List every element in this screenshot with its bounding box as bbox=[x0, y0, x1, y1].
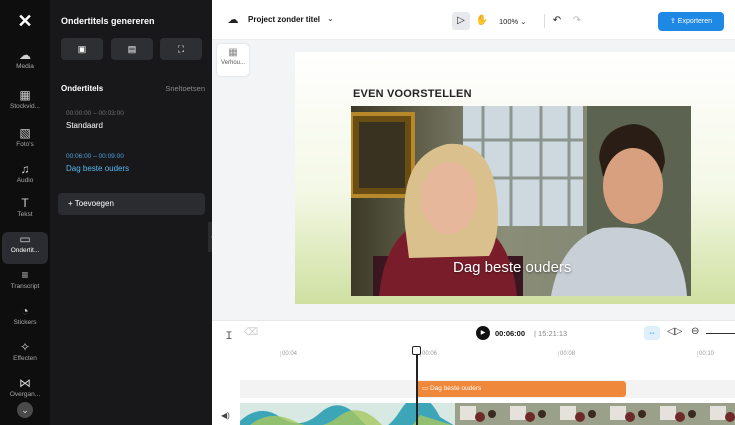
sidebar-item-text[interactable]: T Tekst bbox=[2, 196, 48, 228]
sidebar-item-label: Media bbox=[16, 63, 34, 70]
media-icon: ☁ bbox=[19, 48, 31, 62]
sidebar-item-label: Stockvid... bbox=[10, 103, 40, 110]
list-icon: ▤ bbox=[127, 44, 137, 54]
subtitles-panel: Ondertitels genereren ▣ ▤ ⛶ Ondertitels … bbox=[50, 0, 212, 425]
more-tools-button[interactable]: ⌄ bbox=[17, 402, 33, 418]
cue-text[interactable]: Standaard bbox=[66, 121, 206, 130]
ruler-tick: 00:08 bbox=[560, 351, 576, 357]
shortcuts-link[interactable]: Sneltoetsen bbox=[165, 84, 205, 93]
sidebar-item-audio[interactable]: ♫ Audio bbox=[2, 162, 48, 194]
caption-list-button[interactable]: ▤ bbox=[111, 38, 153, 60]
transcript-icon: ≡ bbox=[21, 268, 29, 282]
split-icon[interactable]: Ｉ bbox=[224, 327, 234, 342]
delete-icon[interactable]: ⌫ bbox=[244, 327, 258, 338]
cue-text[interactable]: Dag beste ouders bbox=[66, 164, 206, 173]
zoom-value: 100% bbox=[499, 17, 519, 26]
caption-overlay[interactable]: Dag beste ouders bbox=[453, 259, 571, 276]
scan-icon: ⛶ bbox=[177, 44, 185, 54]
sticker-icon: ◔ bbox=[21, 304, 29, 318]
resize-button[interactable]: ▦ Verhou... bbox=[217, 44, 249, 76]
photo-icon: ▧ bbox=[19, 126, 31, 140]
timeline: Ｉ ⌫ ▶ 00:06:00 | 15:21:13 ⇔ ◁▷ ⊖ 00:04 0… bbox=[212, 320, 735, 425]
sidebar-item-effects[interactable]: ✧ Effecten bbox=[2, 340, 48, 372]
resize-label: Verhou... bbox=[220, 60, 246, 66]
snap-toggle-icon[interactable]: ⇔ bbox=[644, 326, 660, 340]
auto-caption-button[interactable]: ⛶ bbox=[160, 38, 202, 60]
sidebar-item-label: Effecten bbox=[13, 355, 37, 362]
playhead-handle[interactable] bbox=[412, 346, 421, 355]
ruler-tick: 00:04 bbox=[282, 351, 298, 357]
export-button[interactable]: ⇪ Exporteren bbox=[658, 12, 724, 31]
transition-icon: ⋈ bbox=[19, 376, 31, 390]
sidebar-item-transcript[interactable]: ≡ Transcript bbox=[2, 268, 48, 300]
sidebar-item-photos[interactable]: ▧ Foto's bbox=[2, 126, 48, 158]
cc-icon: ▣ bbox=[77, 44, 87, 54]
aspect-ratio-icon: ▦ bbox=[228, 47, 238, 58]
music-note-icon: ♫ bbox=[20, 162, 30, 176]
ruler-tick: 00:10 bbox=[699, 351, 715, 357]
sidebar-item-label: Tekst bbox=[17, 211, 33, 218]
cue-time: 00:00:00 – 00:03:00 bbox=[66, 110, 124, 117]
left-rail: ✕ ☁ Media ▦ Stockvid... ▧ Foto's ♫ Audio T Tekst ▭… bbox=[0, 0, 50, 425]
project-title[interactable]: Project zonder titel bbox=[248, 15, 320, 24]
sidebar-item-stickers[interactable]: ◔ Stickers bbox=[2, 304, 48, 336]
sidebar-item-media[interactable]: ☁ Media bbox=[2, 48, 48, 80]
zoom-slider[interactable] bbox=[706, 333, 735, 334]
sidebar-item-label: Audio bbox=[16, 177, 34, 184]
subtitles-icon: ▭ bbox=[19, 232, 31, 246]
cloud-save-icon[interactable]: ☁ bbox=[226, 13, 240, 27]
sidebar-item-label: Ondertit... bbox=[10, 247, 40, 254]
canvas-heading[interactable]: EVEN VOORSTELLEN bbox=[353, 88, 472, 100]
subtitle-cue[interactable]: 00:00:00 – 00:03:00 Standaard bbox=[66, 110, 206, 130]
caption-style-button[interactable]: ▣ bbox=[61, 38, 103, 60]
sidebar-item-label: Foto's bbox=[16, 141, 34, 148]
cue-time: 00:06:00 – 00:09:00 bbox=[66, 153, 124, 160]
undo-icon[interactable]: ↶ bbox=[550, 12, 564, 30]
split-view-icon[interactable]: ◁▷ bbox=[667, 326, 682, 337]
zoom-dropdown[interactable]: 100% ⌄ bbox=[499, 17, 527, 26]
video-canvas[interactable]: EVEN VOORSTELLEN Dag beste ouders bbox=[295, 52, 735, 304]
select-tool-icon[interactable]: ▷ bbox=[452, 12, 470, 30]
capcut-logo[interactable]: ✕ bbox=[14, 10, 36, 32]
subtitles-tab[interactable]: Ondertitels bbox=[61, 84, 103, 93]
ruler-tick: 00:06 bbox=[422, 351, 438, 357]
effects-icon: ✧ bbox=[19, 340, 31, 354]
subtitles-header: Ondertitels Sneltoetsen bbox=[61, 84, 205, 93]
sidebar-item-label: Overgan... bbox=[9, 391, 41, 398]
playhead[interactable] bbox=[416, 346, 418, 425]
chevron-down-icon[interactable]: ⌄ bbox=[327, 14, 334, 23]
canvas-area: ▦ Verhou... EVEN VOORSTELLEN Dag beste o… bbox=[212, 40, 735, 320]
volume-icon[interactable]: ◀) bbox=[221, 411, 230, 420]
divider bbox=[544, 14, 545, 28]
total-duration: | 15:21:13 bbox=[534, 329, 568, 338]
redo-icon[interactable]: ↷ bbox=[570, 12, 584, 30]
sidebar-item-subtitles[interactable]: ▭ Ondertit... bbox=[2, 232, 48, 264]
top-bar: ☁ Project zonder titel ⌄ ▷ ✋ 100% ⌄ ↶ ↷ … bbox=[212, 0, 735, 40]
subtitle-cue-selected[interactable]: 00:06:00 – 00:09:00 Dag beste ouders bbox=[66, 153, 206, 173]
add-subtitle-button[interactable]: + Toevoegen bbox=[58, 193, 205, 215]
video-frame[interactable]: Dag beste ouders bbox=[351, 106, 691, 296]
sidebar-item-stock[interactable]: ▦ Stockvid... bbox=[2, 88, 48, 120]
time-ruler[interactable]: 00:04 00:06 00:08 00:10 bbox=[240, 347, 735, 361]
current-time: 00:06:00 bbox=[495, 329, 526, 338]
panel-title: Ondertitels genereren bbox=[61, 16, 155, 26]
sidebar-item-label: Transcript bbox=[10, 283, 40, 290]
hand-tool-icon[interactable]: ✋ bbox=[474, 12, 490, 30]
play-button[interactable]: ▶ bbox=[476, 326, 490, 340]
zoom-out-icon[interactable]: ⊖ bbox=[691, 326, 699, 337]
text-icon: T bbox=[21, 196, 29, 210]
video-thumbnails bbox=[240, 403, 735, 425]
subtitle-clip[interactable]: ▭ Dag beste ouders bbox=[416, 381, 626, 397]
sidebar-item-label: Stickers bbox=[13, 319, 37, 326]
video-track[interactable] bbox=[240, 403, 735, 425]
stock-video-icon: ▦ bbox=[19, 88, 31, 102]
